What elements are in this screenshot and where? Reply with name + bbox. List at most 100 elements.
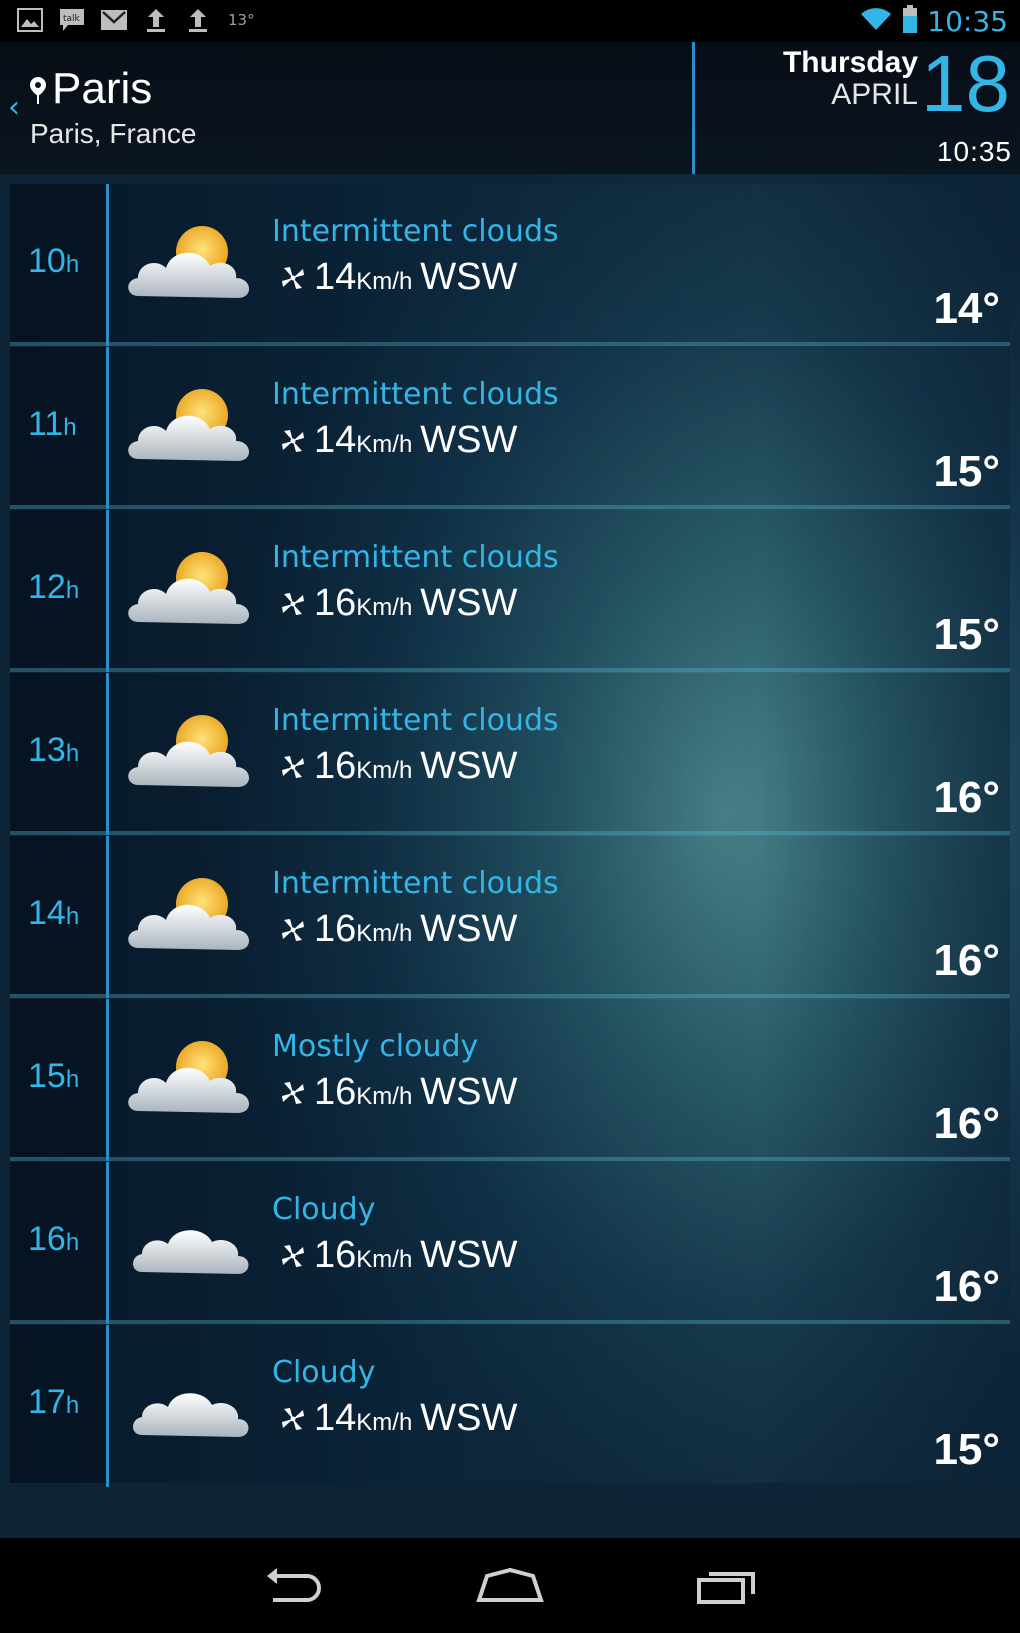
wind-unit: Km/h — [356, 1083, 413, 1110]
wind-unit: Km/h — [356, 757, 413, 784]
row-divider — [106, 673, 109, 835]
wind-speed: 16 — [314, 1071, 357, 1113]
hour-cell: 14h — [10, 836, 106, 994]
wind-info: 16 Km/h WSW — [280, 908, 517, 951]
recent-apps-icon[interactable] — [682, 1558, 772, 1614]
location-header: ‹ Paris Paris, France Thursday APRIL 18 … — [0, 39, 1020, 174]
wind-speed: 16 — [314, 745, 357, 787]
wind-direction: WSW — [420, 582, 518, 624]
wind-fan-icon — [282, 756, 304, 778]
condition-text: Intermittent clouds — [272, 540, 559, 575]
wind-direction: WSW — [420, 1071, 518, 1113]
navigation-bar — [0, 1538, 1020, 1633]
wind-speed: 14 — [314, 419, 357, 461]
hour-label: 16h — [28, 1220, 80, 1258]
wind-speed: 14 — [314, 1397, 357, 1439]
region-name: Paris, France — [30, 118, 197, 149]
temperature: 15° — [933, 610, 1000, 659]
wind-unit: Km/h — [356, 920, 413, 947]
temperature: 16° — [933, 1099, 1000, 1148]
row-divider — [106, 1162, 109, 1324]
hour-label: 14h — [28, 894, 80, 932]
row-divider — [106, 184, 109, 346]
temperature: 16° — [933, 936, 1000, 985]
temperature: 14° — [933, 284, 1000, 333]
back-chevron-icon[interactable]: ‹ — [8, 90, 20, 125]
hour-label: 17h — [28, 1383, 80, 1421]
wind-unit: Km/h — [356, 1246, 413, 1273]
forecast-row[interactable]: 16h Cloudy 16 Km/h WSW 16° — [10, 1162, 1010, 1324]
condition-text: Cloudy — [272, 1192, 376, 1227]
condition-text: Mostly cloudy — [272, 1029, 479, 1064]
wind-unit: Km/h — [356, 1409, 413, 1436]
header-divider — [692, 42, 695, 174]
row-divider — [106, 836, 109, 998]
forecast-row[interactable]: 10h Intermittent clouds 14 Km/h WSW 14° — [10, 184, 1010, 346]
forecast-row[interactable]: 17h Cloudy 14 Km/h WSW 15° — [10, 1325, 1010, 1487]
wind-fan-icon — [282, 1408, 304, 1430]
temperature: 16° — [933, 1262, 1000, 1311]
wind-unit: Km/h — [356, 268, 413, 295]
wind-direction: WSW — [420, 908, 518, 950]
row-divider — [106, 510, 109, 672]
condition-text: Intermittent clouds — [272, 214, 559, 249]
wind-fan-icon — [282, 593, 304, 615]
temperature-notification: 13° — [228, 11, 255, 29]
hourly-forecast-list[interactable]: 10h Intermittent clouds 14 Km/h WSW 14° — [0, 174, 1020, 1538]
condition-text: Intermittent clouds — [272, 703, 559, 738]
screen: talk 13° 10:35 ‹ Paris Paris, France Thu… — [0, 0, 1020, 1633]
sun-cloud-icon — [128, 1041, 250, 1113]
battery-icon — [901, 4, 919, 38]
gallery-icon — [16, 6, 44, 34]
header-time: 10:35 — [936, 136, 1012, 167]
status-time: 10:35 — [927, 4, 1008, 38]
wind-fan-icon — [282, 1082, 304, 1104]
hour-cell: 16h — [10, 1162, 106, 1320]
hour-label: 11h — [28, 405, 77, 443]
wind-speed: 16 — [314, 1234, 357, 1276]
wind-unit: Km/h — [356, 431, 413, 458]
status-bar: talk 13° 10:35 — [0, 0, 1020, 42]
wind-info: 16 Km/h WSW — [280, 1234, 517, 1277]
hour-cell: 12h — [10, 510, 106, 668]
forecast-row[interactable]: 15h Mostly cloudy 16 Km/h WSW 16° — [10, 999, 1010, 1161]
home-icon[interactable] — [465, 1558, 555, 1614]
hour-label: 15h — [28, 1057, 80, 1095]
hour-cell: 15h — [10, 999, 106, 1157]
hour-cell: 10h — [10, 184, 106, 342]
wind-fan-icon — [282, 430, 304, 452]
forecast-row[interactable]: 12h Intermittent clouds 16 Km/h WSW 15° — [10, 510, 1010, 672]
talk-icon: talk — [58, 6, 86, 34]
wind-speed: 16 — [314, 908, 357, 950]
wind-direction: WSW — [420, 1397, 518, 1439]
city-name[interactable]: Paris — [52, 64, 152, 114]
wind-speed: 14 — [314, 256, 357, 298]
sun-cloud-icon — [128, 389, 250, 461]
wind-info: 14 Km/h WSW — [280, 256, 517, 299]
temperature: 16° — [933, 773, 1000, 822]
back-icon[interactable] — [248, 1558, 338, 1614]
row-divider — [106, 999, 109, 1161]
wind-speed: 16 — [314, 582, 357, 624]
row-divider — [106, 1325, 109, 1487]
wind-info: 14 Km/h WSW — [280, 1397, 517, 1440]
hour-cell: 13h — [10, 673, 106, 831]
wifi-icon — [859, 6, 893, 36]
condition-text: Intermittent clouds — [272, 377, 559, 412]
forecast-row[interactable]: 11h Intermittent clouds 14 Km/h WSW 15° — [10, 347, 1010, 509]
notification-icons: talk 13° — [16, 6, 255, 34]
cloud-icon — [133, 1230, 249, 1274]
day-name: Thursday — [782, 46, 918, 79]
hour-cell: 11h — [10, 347, 106, 505]
row-divider — [106, 347, 109, 509]
wind-info: 16 Km/h WSW — [280, 582, 517, 625]
hour-cell: 17h — [10, 1325, 106, 1483]
sun-cloud-icon — [128, 715, 250, 787]
sun-cloud-icon — [128, 878, 250, 950]
forecast-row[interactable]: 13h Intermittent clouds 16 Km/h WSW 16° — [10, 673, 1010, 835]
wind-fan-icon — [282, 1245, 304, 1267]
forecast-row[interactable]: 14h Intermittent clouds 16 Km/h WSW 16° — [10, 836, 1010, 998]
temperature: 15° — [933, 447, 1000, 496]
wind-info: 16 Km/h WSW — [280, 1071, 517, 1114]
wind-fan-icon — [282, 919, 304, 941]
